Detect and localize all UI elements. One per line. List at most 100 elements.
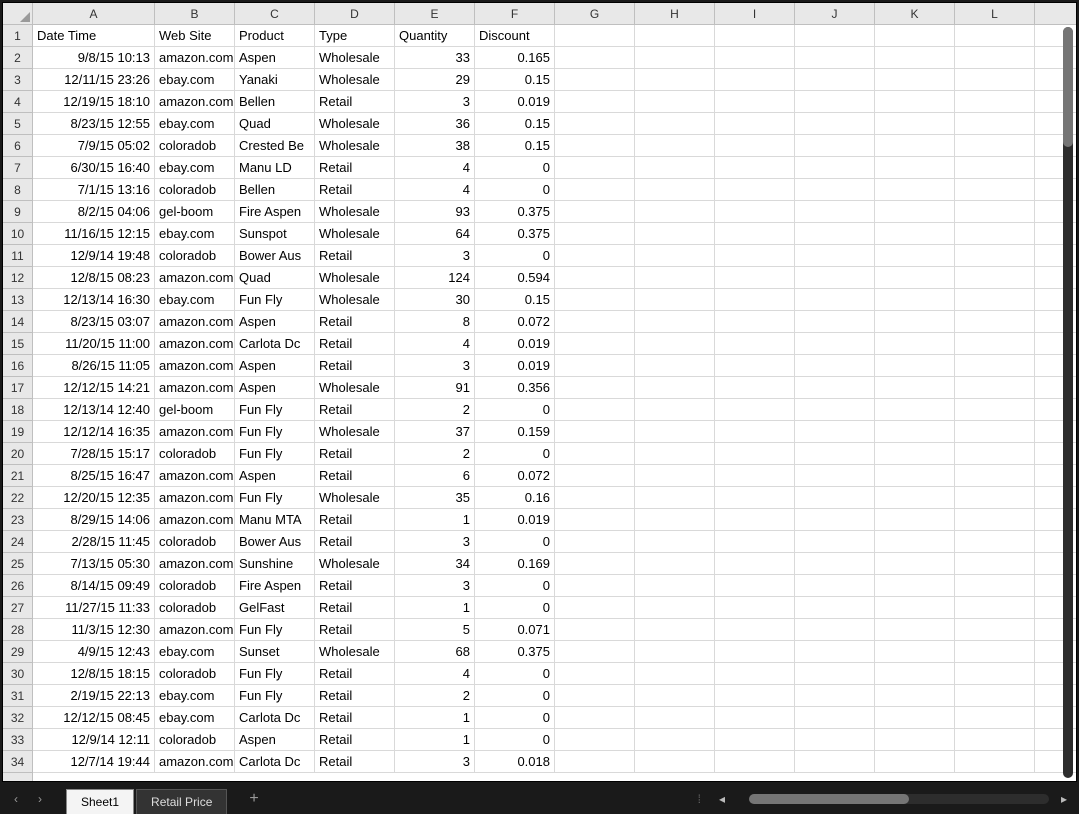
- cell[interactable]: [715, 91, 795, 112]
- cell[interactable]: 33: [395, 47, 475, 68]
- cell[interactable]: [955, 113, 1035, 134]
- cell[interactable]: coloradob: [155, 729, 235, 750]
- cell[interactable]: Wholesale: [315, 553, 395, 574]
- cell[interactable]: [635, 311, 715, 332]
- cell[interactable]: [875, 751, 955, 772]
- cell[interactable]: [555, 399, 635, 420]
- cell[interactable]: Retail: [315, 685, 395, 706]
- cell[interactable]: 4: [395, 179, 475, 200]
- cell[interactable]: amazon.com: [155, 333, 235, 354]
- cell[interactable]: Wholesale: [315, 69, 395, 90]
- cell[interactable]: 8/26/15 11:05: [33, 355, 155, 376]
- cell[interactable]: [635, 201, 715, 222]
- cell[interactable]: [715, 509, 795, 530]
- cell[interactable]: Wholesale: [315, 641, 395, 662]
- cell[interactable]: 12/9/14 12:11: [33, 729, 155, 750]
- cell[interactable]: [635, 113, 715, 134]
- column-header[interactable]: A: [33, 3, 155, 24]
- cell[interactable]: [635, 619, 715, 640]
- cell[interactable]: [795, 201, 875, 222]
- cell[interactable]: Aspen: [235, 355, 315, 376]
- cell[interactable]: Retail: [315, 465, 395, 486]
- cell[interactable]: [955, 487, 1035, 508]
- cell[interactable]: 12/11/15 23:26: [33, 69, 155, 90]
- cell[interactable]: [795, 443, 875, 464]
- column-header[interactable]: D: [315, 3, 395, 24]
- cell[interactable]: Fire Aspen: [235, 201, 315, 222]
- cell[interactable]: Wholesale: [315, 113, 395, 134]
- sheet-tab[interactable]: Retail Price: [136, 789, 227, 814]
- cell[interactable]: [875, 311, 955, 332]
- row-header[interactable]: 6: [3, 135, 32, 157]
- cell[interactable]: ebay.com: [155, 157, 235, 178]
- row-header[interactable]: 8: [3, 179, 32, 201]
- cell[interactable]: ebay.com: [155, 641, 235, 662]
- cell[interactable]: gel-boom: [155, 399, 235, 420]
- cell[interactable]: ebay.com: [155, 289, 235, 310]
- cell[interactable]: amazon.com: [155, 377, 235, 398]
- cell[interactable]: [635, 69, 715, 90]
- cell[interactable]: 12/13/14 12:40: [33, 399, 155, 420]
- cell[interactable]: amazon.com: [155, 465, 235, 486]
- cell[interactable]: [875, 267, 955, 288]
- cell[interactable]: Fun Fly: [235, 663, 315, 684]
- cell[interactable]: [875, 707, 955, 728]
- cell[interactable]: 0.375: [475, 201, 555, 222]
- cell[interactable]: amazon.com: [155, 421, 235, 442]
- hscroll-left[interactable]: ◂: [715, 792, 729, 806]
- cell[interactable]: [795, 685, 875, 706]
- cell[interactable]: [635, 509, 715, 530]
- cell[interactable]: Wholesale: [315, 223, 395, 244]
- cell[interactable]: 3: [395, 751, 475, 772]
- cell[interactable]: [635, 179, 715, 200]
- cell[interactable]: Fun Fly: [235, 289, 315, 310]
- cell[interactable]: 0.019: [475, 91, 555, 112]
- cell[interactable]: [795, 641, 875, 662]
- cell[interactable]: 8/14/15 09:49: [33, 575, 155, 596]
- cell[interactable]: Retail: [315, 355, 395, 376]
- cell[interactable]: 2/19/15 22:13: [33, 685, 155, 706]
- cell[interactable]: [955, 201, 1035, 222]
- cell[interactable]: 0.071: [475, 619, 555, 640]
- cell[interactable]: [635, 685, 715, 706]
- cell[interactable]: [715, 47, 795, 68]
- cell[interactable]: 8/25/15 16:47: [33, 465, 155, 486]
- cell[interactable]: [555, 201, 635, 222]
- cell[interactable]: Type: [315, 25, 395, 46]
- cell[interactable]: [555, 25, 635, 46]
- cell[interactable]: [635, 465, 715, 486]
- cell[interactable]: [875, 487, 955, 508]
- cell[interactable]: [715, 355, 795, 376]
- cell[interactable]: [635, 355, 715, 376]
- row-header[interactable]: 29: [3, 641, 32, 663]
- cell[interactable]: 0: [475, 399, 555, 420]
- row-header[interactable]: 17: [3, 377, 32, 399]
- cell[interactable]: [555, 223, 635, 244]
- cell[interactable]: ebay.com: [155, 69, 235, 90]
- cell[interactable]: [875, 597, 955, 618]
- cell[interactable]: [715, 201, 795, 222]
- cell[interactable]: 11/27/15 11:33: [33, 597, 155, 618]
- cell[interactable]: [875, 553, 955, 574]
- cell[interactable]: 0: [475, 663, 555, 684]
- add-sheet-button[interactable]: +: [237, 786, 270, 812]
- cell[interactable]: [795, 91, 875, 112]
- cell[interactable]: 12/20/15 12:35: [33, 487, 155, 508]
- cell[interactable]: amazon.com: [155, 619, 235, 640]
- cell[interactable]: [715, 553, 795, 574]
- row-header[interactable]: 15: [3, 333, 32, 355]
- cell[interactable]: Carlota Dc: [235, 333, 315, 354]
- cell[interactable]: 12/9/14 19:48: [33, 245, 155, 266]
- cell[interactable]: [715, 531, 795, 552]
- cell[interactable]: [795, 25, 875, 46]
- cell[interactable]: [875, 333, 955, 354]
- cell[interactable]: [875, 509, 955, 530]
- cell[interactable]: [795, 311, 875, 332]
- row-header[interactable]: 11: [3, 245, 32, 267]
- cell[interactable]: 0.019: [475, 355, 555, 376]
- cell[interactable]: [955, 685, 1035, 706]
- cell[interactable]: [555, 311, 635, 332]
- cell[interactable]: Aspen: [235, 377, 315, 398]
- row-header[interactable]: 4: [3, 91, 32, 113]
- cell[interactable]: Manu LD: [235, 157, 315, 178]
